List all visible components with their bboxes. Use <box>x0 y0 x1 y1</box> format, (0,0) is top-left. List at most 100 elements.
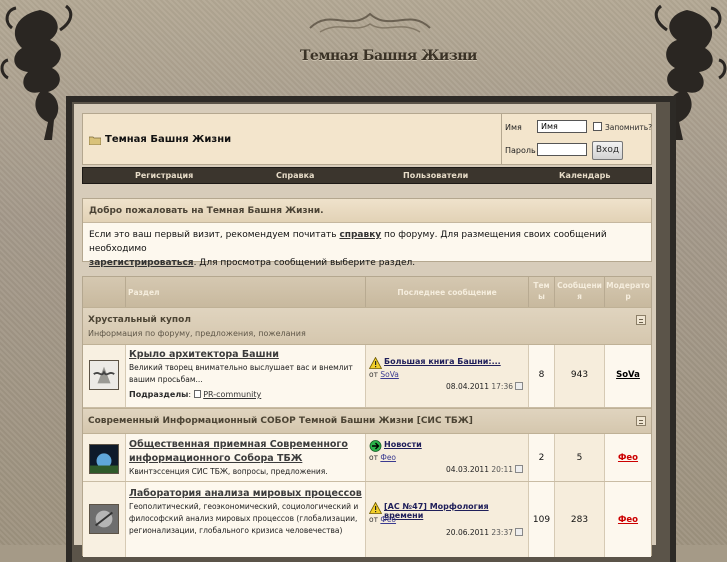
moderator-link[interactable]: Фео <box>605 515 651 525</box>
last-post-author-link[interactable]: SoVa <box>380 370 399 379</box>
category-title[interactable]: Современный Информационный СОБОР Темной … <box>88 416 473 426</box>
site-header-title: Темная Башня Жизни <box>300 48 477 64</box>
forum-row: Крыло архитектора Башни Великий творец в… <box>83 345 651 408</box>
topics-count: 8 <box>538 370 545 380</box>
last-post-time: 23:37 <box>491 528 513 537</box>
last-post-title-link[interactable]: [АС №47] Морфология времени <box>384 502 528 520</box>
subforums-line: Подразделы: PR-community <box>129 390 262 399</box>
posts-cell: 943 <box>554 345 604 407</box>
last-post-date-value: 20.06.2011 <box>446 528 489 537</box>
folder-icon <box>89 136 101 145</box>
remember-checkbox[interactable] <box>593 122 602 131</box>
forum-main-cell: Лаборатория анализа мировых процессов Ге… <box>125 482 365 557</box>
header-moderator: Модерато р <box>604 277 651 307</box>
main-navbar: Регистрация Справка Пользователи Календа… <box>82 167 652 184</box>
posts-count: 5 <box>576 453 583 463</box>
arrow-right-icon <box>369 440 382 452</box>
last-post-title-link[interactable]: Новости <box>384 440 422 449</box>
nav-members[interactable]: Пользователи <box>403 171 468 180</box>
last-post-date: 04.03.2011 20:11 <box>446 465 523 474</box>
header-posts: Сообщени я <box>554 277 604 307</box>
last-post-cell: Новости от Фео 04.03.2011 20:11 <box>365 434 528 481</box>
forum-title-link[interactable]: Лаборатория анализа мировых процессов <box>129 488 362 499</box>
forum-row: Общественная приемная Современного инфор… <box>83 434 651 482</box>
topics-cell: 109 <box>528 482 554 557</box>
username-input[interactable] <box>537 120 587 133</box>
last-post-date: 20.06.2011 23:37 <box>446 528 523 537</box>
category-row: Современный Информационный СОБОР Темной … <box>83 408 651 434</box>
last-post-time: 20:11 <box>491 465 513 474</box>
login-form: Имя Запомнить? Пароль Вход <box>501 114 653 164</box>
header-icon-col <box>83 277 125 307</box>
forum-title-link[interactable]: Крыло архитектора Башни <box>129 349 279 360</box>
subforum-link[interactable]: PR-community <box>203 390 261 399</box>
last-post-cell: Большая книга Башни:... от SoVa 08.04.20… <box>365 345 528 407</box>
forum-description: Великий творец внимательно выслушает вас… <box>129 363 353 384</box>
topics-cell: 2 <box>528 434 554 481</box>
login-button[interactable]: Вход <box>592 141 623 160</box>
go-to-post-icon[interactable] <box>515 382 523 390</box>
table-header: Раздел Последнее сообщение Тем ы Сообщен… <box>83 277 651 307</box>
help-link[interactable]: справку <box>339 230 381 240</box>
last-post-by-label: от <box>369 453 378 462</box>
register-link[interactable]: зарегистрироваться <box>89 258 194 268</box>
collapse-icon[interactable] <box>636 416 646 426</box>
subforum-icon <box>193 390 201 398</box>
posts-count: 283 <box>570 515 589 525</box>
forum-thumbnail-icon <box>89 504 119 534</box>
category-subtitle: Информация по форуму, предложения, пожел… <box>88 329 306 338</box>
forum-thumbnail-icon <box>89 360 119 390</box>
topics-count: 109 <box>532 515 551 525</box>
posts-cell: 283 <box>554 482 604 557</box>
subforums-label: Подразделы <box>129 390 189 399</box>
forum-thumbnail-icon <box>89 444 119 474</box>
forum-main-cell: Крыло архитектора Башни Великий творец в… <box>125 345 365 407</box>
username-label: Имя <box>505 123 522 132</box>
forum-description: Квинтэссенция СИС ТБЖ, вопросы, предложе… <box>129 467 328 476</box>
forum-main-cell: Общественная приемная Современного инфор… <box>125 434 365 481</box>
topics-cell: 8 <box>528 345 554 407</box>
last-post-author-link[interactable]: Фео <box>380 515 396 524</box>
last-post-date-value: 08.04.2011 <box>446 382 489 391</box>
site-name-link[interactable]: Темная Башня Жизни <box>105 134 231 145</box>
last-post-by-label: от <box>369 370 378 379</box>
welcome-text: Если это ваш первый визит, рекомендуем п… <box>83 223 651 275</box>
last-post-author-link[interactable]: Фео <box>380 453 396 462</box>
password-input[interactable] <box>537 143 587 156</box>
forum-icon-cell <box>83 482 125 557</box>
go-to-post-icon[interactable] <box>515 528 523 536</box>
last-post-date: 08.04.2011 17:36 <box>446 382 523 391</box>
posts-cell: 5 <box>554 434 604 481</box>
top-scroll-ornament <box>309 12 431 33</box>
header-topics: Тем ы <box>528 277 554 307</box>
nav-calendar[interactable]: Календарь <box>559 171 610 180</box>
last-post-author: от Фео <box>369 453 396 462</box>
warning-icon <box>369 502 382 514</box>
nav-register[interactable]: Регистрация <box>135 171 193 180</box>
last-post-author: от SoVa <box>369 370 399 379</box>
category-title[interactable]: Хрустальный купол <box>88 315 191 325</box>
welcome-text-part: . Для просмотра сообщений выберите разде… <box>193 258 416 268</box>
topics-count: 2 <box>538 453 545 463</box>
nav-help[interactable]: Справка <box>276 171 314 180</box>
collapse-icon[interactable] <box>636 315 646 325</box>
moderator-cell: SoVa <box>604 345 651 407</box>
forum-row: Лаборатория анализа мировых процессов Ге… <box>83 482 651 557</box>
password-label: Пароль <box>505 146 536 155</box>
go-to-post-icon[interactable] <box>515 465 523 473</box>
moderator-link[interactable]: Фео <box>605 453 651 463</box>
forum-title-link[interactable]: Общественная приемная Современного инфор… <box>129 438 359 466</box>
moderator-cell: Фео <box>604 482 651 557</box>
warning-icon <box>369 357 382 369</box>
header-last-post: Последнее сообщение <box>365 277 528 307</box>
moderator-cell: Фео <box>604 434 651 481</box>
forum-description: Геополитический, геоэкономический, социо… <box>129 502 359 535</box>
login-header-bar: Темная Башня Жизни Имя Запомнить? Пароль… <box>82 113 652 165</box>
welcome-panel: Добро пожаловать на Темная Башня Жизни. … <box>82 198 652 268</box>
remember-label: Запомнить? <box>605 123 653 132</box>
moderator-link[interactable]: SoVa <box>605 370 651 380</box>
forum-icon-cell <box>83 345 125 407</box>
last-post-by-label: от <box>369 515 378 524</box>
welcome-title: Добро пожаловать на Темная Башня Жизни. <box>83 199 651 223</box>
last-post-title-link[interactable]: Большая книга Башни:... <box>384 357 501 366</box>
